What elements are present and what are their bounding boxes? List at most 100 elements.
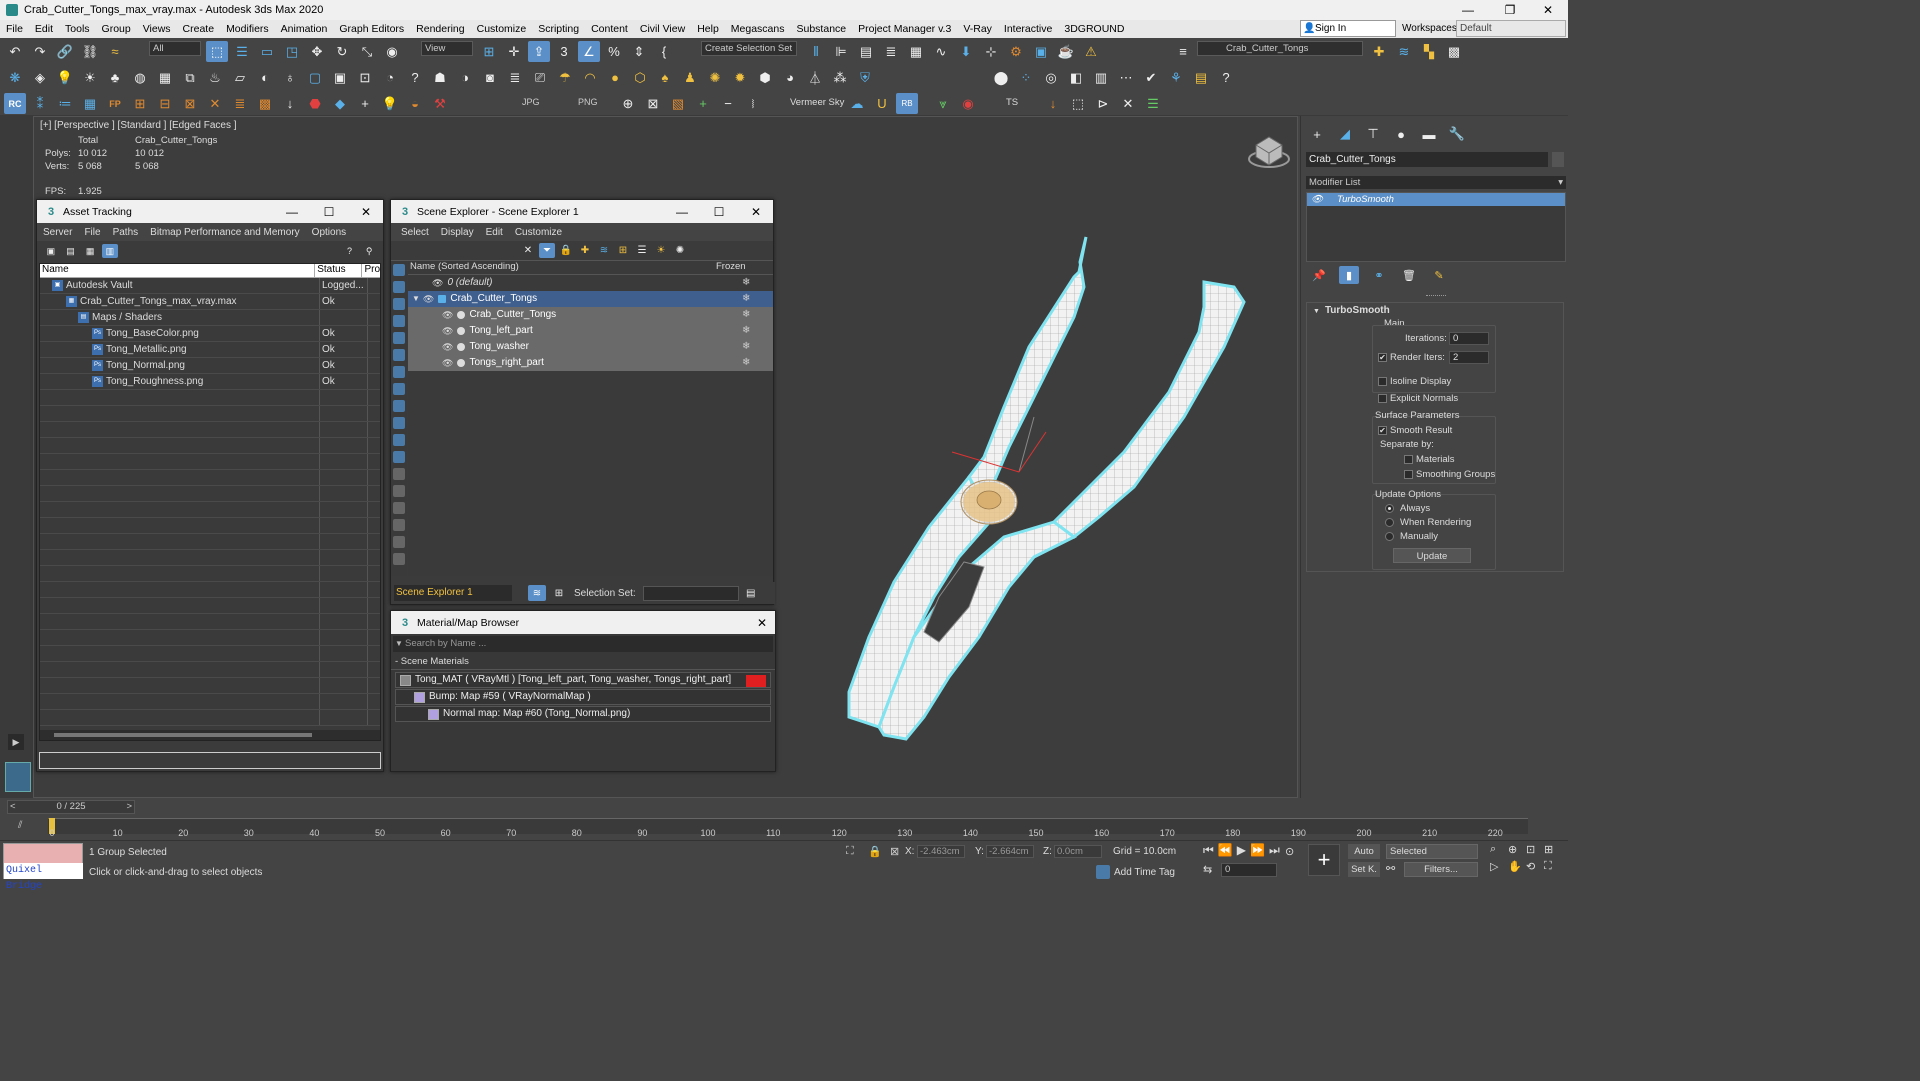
absolute-mode-icon[interactable]: ⊠ (890, 845, 899, 858)
scene-materials-section[interactable]: - Scene Materials (391, 656, 775, 670)
record-icon[interactable]: ◉ (957, 93, 979, 114)
camera-icon[interactable]: ⎚ (529, 67, 551, 88)
menu-item[interactable]: Tools (59, 23, 96, 35)
object-color-swatch[interactable] (1552, 152, 1564, 167)
render-iters-spinner[interactable]: 2 (1449, 351, 1489, 364)
menu-item[interactable]: Edit (29, 23, 59, 35)
play-icon[interactable]: ▶ (1237, 843, 1246, 858)
png-button[interactable]: PNG (578, 97, 598, 107)
select-by-name-icon[interactable]: ☰ (231, 41, 253, 62)
remove-modifier-icon[interactable]: 🗑 (1399, 266, 1419, 284)
scene-menu-item[interactable]: Display (435, 227, 480, 238)
track-bar[interactable] (48, 818, 1528, 834)
time-slider[interactable]: < 0 / 225 > (7, 800, 135, 814)
visibility-eye-icon[interactable]: 👁 (442, 323, 453, 339)
rc-button[interactable]: RC (4, 93, 26, 114)
x-small-icon[interactable]: ✕ (1117, 93, 1139, 114)
modifier-list-dropdown[interactable]: Modifier List ▾ (1306, 176, 1566, 189)
menu-item[interactable]: Group (96, 23, 137, 35)
decal-icon[interactable]: ◐ (254, 67, 276, 88)
asset-row[interactable]: ▣ Autodesk Vault Logged... (40, 278, 380, 294)
select-manipulate-icon[interactable]: ✛ (503, 41, 525, 62)
ies-light-icon[interactable]: ⬡ (629, 67, 651, 88)
fp-button[interactable]: FP (104, 93, 126, 114)
maximize-button[interactable]: ❐ (1490, 0, 1530, 20)
image-icon[interactable]: ▧ (667, 93, 689, 114)
create-tab-icon[interactable]: + (1307, 125, 1327, 143)
selection-set-edit-icon[interactable]: ▤ (743, 585, 759, 601)
menu-item[interactable]: Interactive (998, 23, 1058, 35)
scene-row[interactable]: ▼ 👁 Crab_Cutter_Tongs ❄ (408, 291, 773, 307)
dome-light-icon[interactable]: ◠ (579, 67, 601, 88)
render-setup-icon[interactable]: ⚙ (1005, 41, 1027, 62)
bind-space-warp-icon[interactable]: ≈ (104, 41, 126, 62)
asset-hscrollbar[interactable] (40, 730, 380, 740)
asset-minimize-button[interactable]: — (277, 200, 307, 223)
render-production-icon[interactable]: ☕ (1055, 41, 1077, 62)
minimize-button[interactable]: — (1448, 0, 1488, 20)
scene-row[interactable]: 👁 Tong_washer ❄ (408, 339, 773, 355)
clouds-icon[interactable]: ☁ (846, 93, 868, 114)
render-iters-checkbox[interactable]: ✔ (1378, 353, 1387, 362)
zoom-extents-all-icon[interactable]: ⊞ (1544, 843, 1562, 856)
menu-item[interactable]: Create (177, 23, 221, 35)
key-filters-icon[interactable]: ⚯ (1386, 862, 1395, 875)
sun-filter-icon[interactable]: ✺ (672, 243, 688, 258)
filter-invert-icon[interactable] (393, 502, 405, 514)
umbrella-icon[interactable]: ☂ (554, 67, 576, 88)
asset-menu-item[interactable]: Bitmap Performance and Memory (144, 227, 306, 238)
vray-toolbar-icon[interactable]: ◔ (379, 67, 401, 88)
add-green-icon[interactable]: + (692, 93, 714, 114)
menu-green-icon[interactable]: ☰ (1142, 93, 1164, 114)
layer-mode-icon[interactable]: ≋ (528, 585, 546, 601)
time-config-icon[interactable]: ⊙ (1285, 845, 1294, 858)
rotate-icon[interactable]: ↻ (331, 41, 353, 62)
filter-xrefs-icon[interactable] (393, 383, 405, 395)
scene-row[interactable]: 👁 0 (default) ❄ (408, 275, 773, 291)
cube-small-icon[interactable]: ⬚ (1067, 93, 1089, 114)
down-orange-icon[interactable]: ↓ (1042, 93, 1064, 114)
update-button[interactable]: Update (1393, 548, 1471, 563)
menu-item[interactable]: 3DGROUND (1058, 23, 1130, 35)
ribbon-icon[interactable]: ▦ (905, 41, 927, 62)
help-icon[interactable]: ? (1215, 67, 1237, 88)
refresh-icon[interactable]: ▣ (43, 244, 59, 258)
z-coordinate-field[interactable]: 0.0cm (1054, 845, 1102, 858)
object-name-field[interactable]: Crab_Cutter_Tongs (1306, 152, 1548, 167)
bulb-small-icon[interactable]: 💡 (379, 93, 401, 114)
align-icon[interactable]: ⊫ (830, 41, 852, 62)
filter-icon[interactable]: ⏷ (539, 243, 555, 258)
material-row[interactable]: Normal map: Map #60 (Tong_Normal.png) (395, 706, 771, 722)
vray-lights-icon[interactable]: ❋ (4, 67, 26, 88)
filter-shapes-icon[interactable] (393, 281, 405, 293)
undo-icon[interactable]: ↶ (4, 41, 26, 62)
y-coordinate-field[interactable]: -2.664cm (986, 845, 1034, 858)
mb-close-button[interactable]: ✕ (747, 611, 777, 634)
add-layer-icon[interactable]: ✚ (577, 243, 593, 258)
maxscript-listener[interactable]: Quixel Bridge (3, 843, 83, 892)
vray-camera-icon[interactable]: ◈ (29, 67, 51, 88)
fur-icon[interactable]: ♨ (204, 67, 226, 88)
scene-row[interactable]: 👁 Tong_left_part ❄ (408, 323, 773, 339)
col-name-sorted[interactable]: Name (Sorted Ascending) (408, 261, 716, 274)
fov-icon[interactable]: ▷ (1490, 860, 1508, 873)
x-box-icon[interactable]: ⊠ (642, 93, 664, 114)
col-pro[interactable]: Pro (362, 264, 380, 277)
filter-display-all-icon[interactable] (393, 468, 405, 480)
scene-row[interactable]: 👁 Tongs_right_part ❄ (408, 355, 773, 371)
sun-icon[interactable]: ☀ (79, 67, 101, 88)
scatter-icon[interactable]: ⁘ (1015, 67, 1037, 88)
redo-icon[interactable]: ↷ (29, 41, 51, 62)
curve-editor-icon[interactable]: ∿ (930, 41, 952, 62)
filter-lights-icon[interactable] (393, 298, 405, 310)
layer-properties-icon[interactable]: ▩ (1443, 41, 1465, 62)
filter-spacewarps-icon[interactable] (393, 349, 405, 361)
box-icon[interactable]: ⬢ (754, 67, 776, 88)
se-close-button[interactable]: ✕ (741, 200, 771, 223)
current-frame-field[interactable]: 0 (1221, 863, 1277, 877)
menu-item[interactable]: File (0, 23, 29, 35)
materials-checkbox[interactable] (1404, 455, 1413, 464)
proxy-icon[interactable]: ⧉ (179, 67, 201, 88)
menu-item[interactable]: Content (585, 23, 634, 35)
slider-prev-icon[interactable]: < (10, 801, 16, 813)
